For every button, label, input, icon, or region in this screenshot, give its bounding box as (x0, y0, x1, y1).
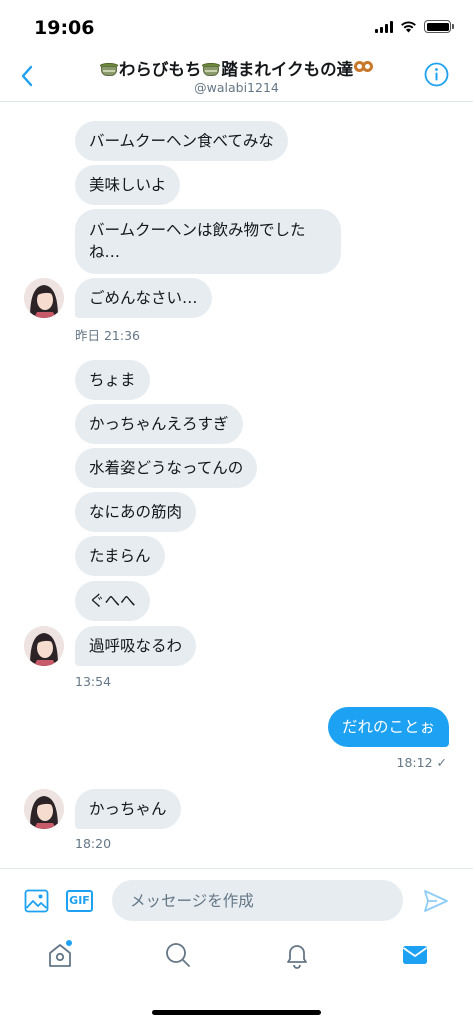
home-icon[interactable] (45, 940, 75, 970)
wifi-icon (401, 21, 416, 33)
message-bubble[interactable]: バームクーヘンは飲み物でしたね… (75, 209, 341, 274)
message-bubble[interactable]: たまらん (75, 536, 165, 576)
conversation-title[interactable]: わらびもち 踏まれイクもの達 (50, 56, 423, 80)
conversation-handle: @walabi1214 (194, 80, 279, 95)
message-timestamp: 18:20 (75, 836, 112, 851)
pretzel-emoji-icon (354, 61, 374, 77)
sent-message-bubble[interactable]: だれのことぉ (327, 707, 449, 747)
message-bubble[interactable]: 水着姿どうなってんの (75, 448, 258, 488)
gif-button[interactable]: GIF (66, 890, 93, 912)
search-icon[interactable] (163, 940, 193, 970)
message-thread: バームクーヘン食べてみな 美味しいよ バームクーヘンは飲み物でしたね… ごめんな… (0, 103, 473, 866)
message-composer: GIF (0, 868, 473, 932)
conversation-header: わらびもち 踏まれイクもの達 @walabi1214 (0, 50, 473, 102)
sender-avatar[interactable] (24, 789, 64, 829)
bell-icon[interactable] (282, 940, 312, 970)
mail-icon[interactable] (400, 940, 430, 970)
image-icon[interactable] (24, 889, 49, 913)
message-bubble[interactable]: ぐへへ (75, 581, 150, 621)
status-time: 19:06 (34, 17, 95, 39)
sender-avatar[interactable] (24, 626, 64, 666)
message-timestamp: 13:54 (75, 674, 112, 689)
status-icons (375, 20, 454, 33)
message-bubble[interactable]: なにあの筋肉 (75, 492, 197, 532)
send-icon[interactable] (423, 889, 449, 913)
message-bubble[interactable]: かっちゃんえろすぎ (75, 404, 243, 444)
message-bubble[interactable]: かっちゃん (75, 789, 181, 829)
message-timestamp: 昨日 21:36 (75, 328, 140, 343)
message-bubble[interactable]: ごめんなさい… (75, 278, 212, 318)
message-bubble[interactable]: ちょま (75, 360, 150, 400)
status-bar: 19:06 (0, 0, 473, 50)
title-text-1: わらびもち (118, 60, 202, 79)
message-bubble[interactable]: 美味しいよ (75, 165, 181, 205)
title-text-2: 踏まれイクもの達 (221, 60, 354, 79)
green-tea-emoji-icon (202, 62, 221, 76)
info-icon[interactable] (424, 62, 449, 87)
message-bubble[interactable]: バームクーヘン食べてみな (75, 121, 288, 161)
bottom-tab-bar (0, 932, 473, 1024)
message-input[interactable] (112, 880, 403, 921)
message-timestamp: 18:12 ✓ (396, 755, 447, 770)
home-indicator (152, 1010, 321, 1015)
message-bubble[interactable]: 過呼吸なるわ (75, 626, 197, 666)
cellular-signal-icon (375, 20, 393, 33)
sender-avatar[interactable] (24, 278, 64, 318)
green-tea-emoji-icon (99, 62, 118, 76)
battery-icon (424, 20, 454, 33)
